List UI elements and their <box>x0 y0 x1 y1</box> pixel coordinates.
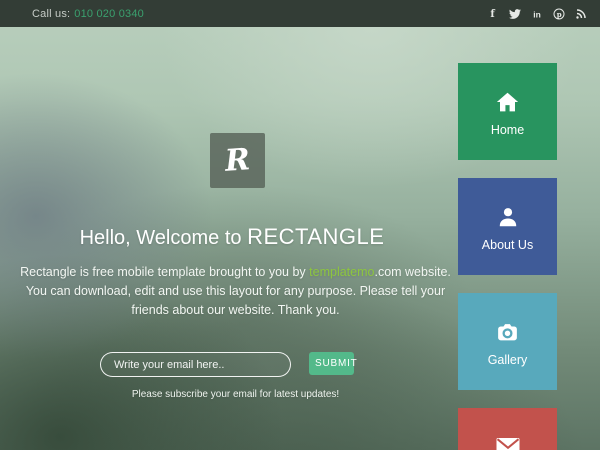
rss-icon[interactable] <box>574 7 587 20</box>
templatemo-link[interactable]: templatemo <box>309 265 374 279</box>
envelope-icon <box>495 434 521 450</box>
svg-text:p: p <box>556 9 561 18</box>
brand-name: RECTANGLE <box>247 224 384 249</box>
facebook-icon[interactable]: f <box>486 7 499 20</box>
linkedin-icon[interactable]: in <box>530 7 543 20</box>
page: Call us: 010 020 0340 f in p R Hello, Wel… <box>0 0 600 450</box>
intro-paragraph: Rectangle is free mobile template brough… <box>13 263 458 320</box>
user-icon <box>496 204 520 230</box>
menu-tile-label: Gallery <box>488 353 528 367</box>
svg-text:f: f <box>490 8 495 19</box>
intro-text-start: Rectangle is free mobile template brough… <box>20 265 309 279</box>
menu-tile-about-us[interactable]: About Us <box>458 178 557 275</box>
phone-number: 010 020 0340 <box>74 8 144 20</box>
menu-tile-gallery[interactable]: Gallery <box>458 293 557 390</box>
subscribe-note: Please subscribe your email for latest u… <box>13 389 458 400</box>
menu-tile-label: About Us <box>482 238 533 252</box>
submit-button[interactable]: SUBMIT <box>309 352 354 375</box>
home-icon <box>495 89 520 115</box>
logo-letter: R <box>224 142 251 179</box>
pinterest-icon[interactable]: p <box>552 7 565 20</box>
heading-prefix: Hello, Welcome to <box>80 227 247 249</box>
menu-tile-contact[interactable] <box>458 408 557 450</box>
menu-tile-home[interactable]: Home <box>458 63 557 160</box>
svg-text:in: in <box>533 9 541 19</box>
twitter-icon[interactable] <box>508 7 521 20</box>
menu-tile-label: Home <box>491 123 524 137</box>
social-links: f in p <box>486 7 587 20</box>
call-us-text: Call us: 010 020 0340 <box>32 8 144 20</box>
camera-icon <box>495 319 520 345</box>
site-logo: R <box>210 133 265 188</box>
topbar: Call us: 010 020 0340 f in p <box>0 0 600 27</box>
email-input[interactable] <box>100 352 291 377</box>
page-title: Hello, Welcome to RECTANGLE <box>6 224 458 250</box>
call-us-label: Call us: <box>32 8 70 20</box>
